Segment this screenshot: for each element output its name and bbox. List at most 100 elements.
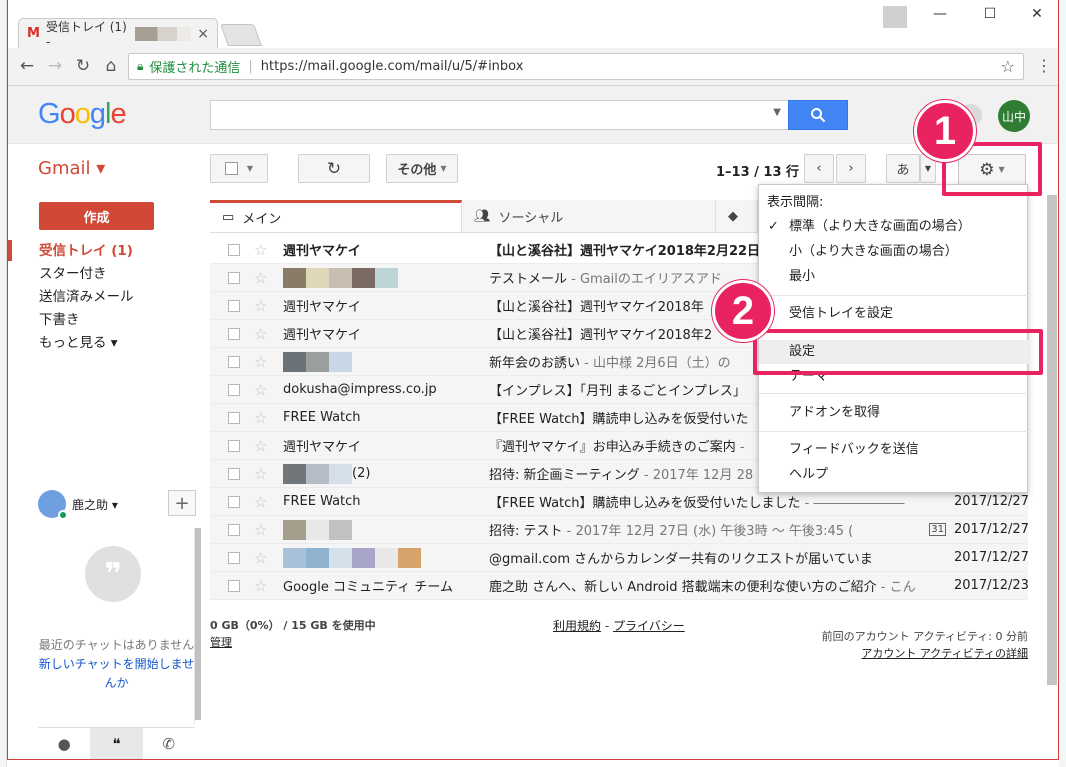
tab-social-label: ソーシャル [498, 210, 564, 226]
google-logo[interactable]: Google [38, 98, 127, 131]
row-checkbox[interactable] [228, 355, 240, 368]
contacts-person-icon[interactable]: ● [38, 728, 90, 759]
step2-highlight-box [753, 329, 1043, 375]
reload-icon[interactable]: ↻ [72, 56, 94, 76]
account-avatar[interactable]: 山中 [998, 100, 1030, 132]
menu-divider [759, 295, 1029, 296]
row-checkbox[interactable] [228, 439, 240, 452]
next-page-button[interactable]: › [836, 154, 866, 183]
mail-row[interactable]: ☆ 招待: テスト - 2017年 12月 27日 (水) 午後3時 ～ 午後3:… [210, 516, 1029, 544]
title-bar: M 受信トレイ (1) - × — ☐ ✕ [8, 0, 1058, 49]
browser-menu-icon[interactable]: ⋮ [1036, 56, 1052, 75]
tab-promotions[interactable]: ◆ [716, 200, 758, 232]
row-checkbox[interactable] [228, 299, 240, 312]
chat-user-avatar [38, 490, 68, 520]
manage-storage-link[interactable]: 管理 [210, 636, 232, 649]
row-checkbox[interactable] [228, 467, 240, 480]
star-icon[interactable]: ☆ [254, 549, 270, 567]
send-feedback-item[interactable]: フィードバックを送信 [759, 438, 1029, 462]
maximize-button[interactable]: ☐ [976, 6, 1004, 22]
row-checkbox[interactable] [228, 579, 240, 592]
browser-profile-icon[interactable] [883, 6, 907, 28]
redacted-sender-block [283, 351, 306, 372]
tab-title: 受信トレイ (1) - [45, 20, 127, 49]
star-icon[interactable]: ☆ [254, 577, 270, 595]
back-arrow-icon[interactable]: ← [16, 56, 38, 76]
help-item[interactable]: ヘルプ [759, 463, 1029, 487]
gmail-menu-label[interactable]: Gmail ▾ [38, 158, 105, 179]
more-actions-button[interactable]: その他 ▼ [386, 154, 458, 183]
chat-user[interactable]: 鹿之助 ▾ [38, 490, 118, 520]
tab-close-icon[interactable]: × [197, 26, 209, 42]
nav-item-more[interactable]: もっと見る ▾ [39, 332, 134, 355]
tab-social[interactable]: 👥︎ ソーシャル [462, 200, 716, 232]
minimize-button[interactable]: — [926, 6, 954, 22]
phone-icon[interactable]: ✆ [143, 728, 195, 759]
privacy-link[interactable]: プライバシー [613, 619, 685, 633]
input-tools-button[interactable]: あ [886, 154, 920, 183]
main-scrollbar[interactable] [1047, 195, 1057, 685]
close-window-button[interactable]: ✕ [1023, 6, 1051, 22]
bookmark-star-icon[interactable]: ☆ [1001, 57, 1015, 76]
row-checkbox[interactable] [228, 243, 240, 256]
density-cozy-item[interactable]: 小（より大きな画面の場合） [759, 240, 1029, 264]
row-checkbox[interactable] [228, 383, 240, 396]
logo-letter: o [74, 98, 91, 130]
mail-subject-text: 鹿之助 さんへ、新しい Android 搭載端末の便利な使い方のご紹介 [489, 580, 877, 595]
mail-row[interactable]: ☆ Google コミュニティ チーム 鹿之助 さんへ、新しい Android 搭載… [210, 572, 1029, 600]
get-addons-item[interactable]: アドオンを取得 [759, 401, 1029, 425]
gmail-favicon-icon: M [27, 26, 40, 41]
mail-sender: (2) [283, 463, 483, 484]
star-icon[interactable]: ☆ [254, 409, 270, 427]
activity-details-link[interactable]: アカウント アクティビティの詳細 [861, 647, 1028, 660]
density-comfortable-item[interactable]: ✓ 標準（より大きな画面の場合） [759, 215, 1029, 239]
home-icon[interactable]: ⌂ [100, 56, 122, 76]
row-checkbox[interactable] [228, 495, 240, 508]
star-icon[interactable]: ☆ [254, 465, 270, 483]
forward-arrow-icon[interactable]: → [44, 56, 66, 76]
row-checkbox[interactable] [228, 411, 240, 424]
address-input[interactable]: 🔒︎ 保護された通信 | https://mail.google.com/mai… [128, 53, 1024, 80]
mail-snippet: - こん [876, 580, 916, 595]
start-chat-link[interactable]: 新しいチャットを開始しませんか [38, 655, 195, 693]
row-checkbox[interactable] [228, 551, 240, 564]
mail-sender: 週刊ヤマケイ [283, 324, 483, 343]
redacted-sender-block [283, 519, 306, 540]
search-input[interactable]: ▼ [210, 100, 790, 130]
compose-button[interactable]: 作成 [39, 202, 154, 230]
mail-sender: Google コミュニティ チーム [283, 576, 483, 595]
star-icon[interactable]: ☆ [254, 325, 270, 343]
nav-item-inbox[interactable]: 受信トレイ (1) [39, 240, 134, 263]
star-icon[interactable]: ☆ [254, 493, 270, 511]
terms-link[interactable]: 利用規約 [553, 619, 601, 633]
star-icon[interactable]: ☆ [254, 269, 270, 287]
nav-item-sent[interactable]: 送信済みメール [39, 286, 134, 309]
browser-tab[interactable]: M 受信トレイ (1) - × [18, 18, 218, 49]
redacted-sender-block [283, 267, 306, 288]
star-icon[interactable]: ☆ [254, 297, 270, 315]
new-chat-plus-button[interactable]: + [168, 490, 196, 516]
configure-inbox-item[interactable]: 受信トレイを設定 [759, 302, 1029, 326]
row-checkbox[interactable] [228, 271, 240, 284]
row-checkbox[interactable] [228, 523, 240, 536]
star-icon[interactable]: ☆ [254, 353, 270, 371]
star-icon[interactable]: ☆ [254, 521, 270, 539]
select-all-checkbox[interactable]: ▼ [210, 154, 268, 183]
new-tab-button[interactable] [219, 24, 263, 46]
nav-item-starred[interactable]: スター付き [39, 263, 134, 286]
row-checkbox[interactable] [228, 327, 240, 340]
tab-primary-label: メイン [242, 212, 282, 227]
star-icon[interactable]: ☆ [254, 241, 270, 259]
chat-scrollbar[interactable] [195, 528, 201, 720]
mail-row[interactable]: ☆ @gmail.com さんからカレンダー共有のリクエストが届いていま 2017/… [210, 544, 1029, 572]
tab-primary[interactable]: ▭ メイン [210, 200, 462, 232]
star-icon[interactable]: ☆ [254, 437, 270, 455]
density-compact-item[interactable]: 最小 [759, 265, 1029, 289]
search-button[interactable] [788, 100, 848, 130]
nav-item-drafts[interactable]: 下書き [39, 309, 134, 332]
star-icon[interactable]: ☆ [254, 381, 270, 399]
refresh-button[interactable]: ↻ [298, 154, 370, 183]
prev-page-button[interactable]: ‹ [804, 154, 834, 183]
search-options-chevron-icon[interactable]: ▼ [773, 107, 781, 118]
hangouts-icon[interactable]: ❝ [90, 728, 143, 759]
